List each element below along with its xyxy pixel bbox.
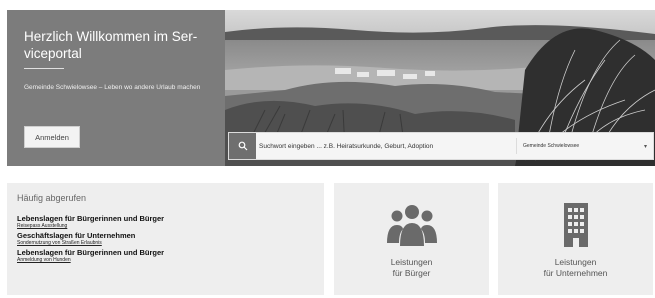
welcome-divider xyxy=(24,68,64,69)
search-divider xyxy=(516,138,517,154)
tile-label-line: für Bürger xyxy=(392,268,431,278)
search-input[interactable] xyxy=(259,137,521,155)
users-icon xyxy=(386,205,437,246)
tile-label-line: für Unternehmen xyxy=(543,268,608,278)
popular-heading: Lebenslagen für Bürgerinnen und Bürger xyxy=(17,248,165,257)
tile-label-line: Leistungen xyxy=(554,257,597,267)
tile-services-businesses[interactable]: Leistungen für Unternehmen xyxy=(498,183,653,295)
welcome-panel: Herzlich Willkommen im Ser-viceportal Ge… xyxy=(7,10,225,166)
search-bar: Gemeinde Schwielowsee ▾ xyxy=(228,132,654,160)
municipality-select[interactable]: Gemeinde Schwielowsee ▾ xyxy=(523,137,651,155)
popular-heading: Lebenslagen für Bürgerinnen und Bürger xyxy=(17,214,165,223)
municipality-select-value: Gemeinde Schwielowsee xyxy=(523,143,580,149)
popular-list: Lebenslagen für Bürgerinnen und Bürger R… xyxy=(17,214,317,265)
popular-link[interactable]: Anmeldung von Hunden xyxy=(17,257,317,264)
welcome-subtitle: Gemeinde Schwielowsee – Leben wo andere … xyxy=(24,84,201,91)
tile-services-citizens[interactable]: Leistungen für Bürger xyxy=(334,183,489,295)
tile-label: Leistungen für Unternehmen xyxy=(498,257,653,279)
popular-link[interactable]: Reisepass Ausstellung xyxy=(17,223,317,230)
popular-services-card: Häufig abgerufen Lebenslagen für Bürgeri… xyxy=(7,183,324,295)
tile-label: Leistungen für Bürger xyxy=(334,257,489,279)
tile-label-line: Leistungen xyxy=(390,257,433,267)
building-icon xyxy=(563,203,588,247)
popular-heading: Geschäftslagen für Unternehmen xyxy=(17,231,136,240)
chevron-down-icon: ▾ xyxy=(643,143,647,150)
popular-title: Häufig abgerufen xyxy=(17,193,87,203)
search-icon xyxy=(238,141,247,151)
search-button[interactable] xyxy=(229,133,256,159)
login-button[interactable]: Anmelden xyxy=(24,126,80,148)
hero-section: Herzlich Willkommen im Ser-viceportal Ge… xyxy=(7,10,655,166)
welcome-title: Herzlich Willkommen im Ser-viceportal xyxy=(24,29,198,61)
popular-link[interactable]: Sondernutzung von Straßen Erlaubnis xyxy=(17,240,317,247)
